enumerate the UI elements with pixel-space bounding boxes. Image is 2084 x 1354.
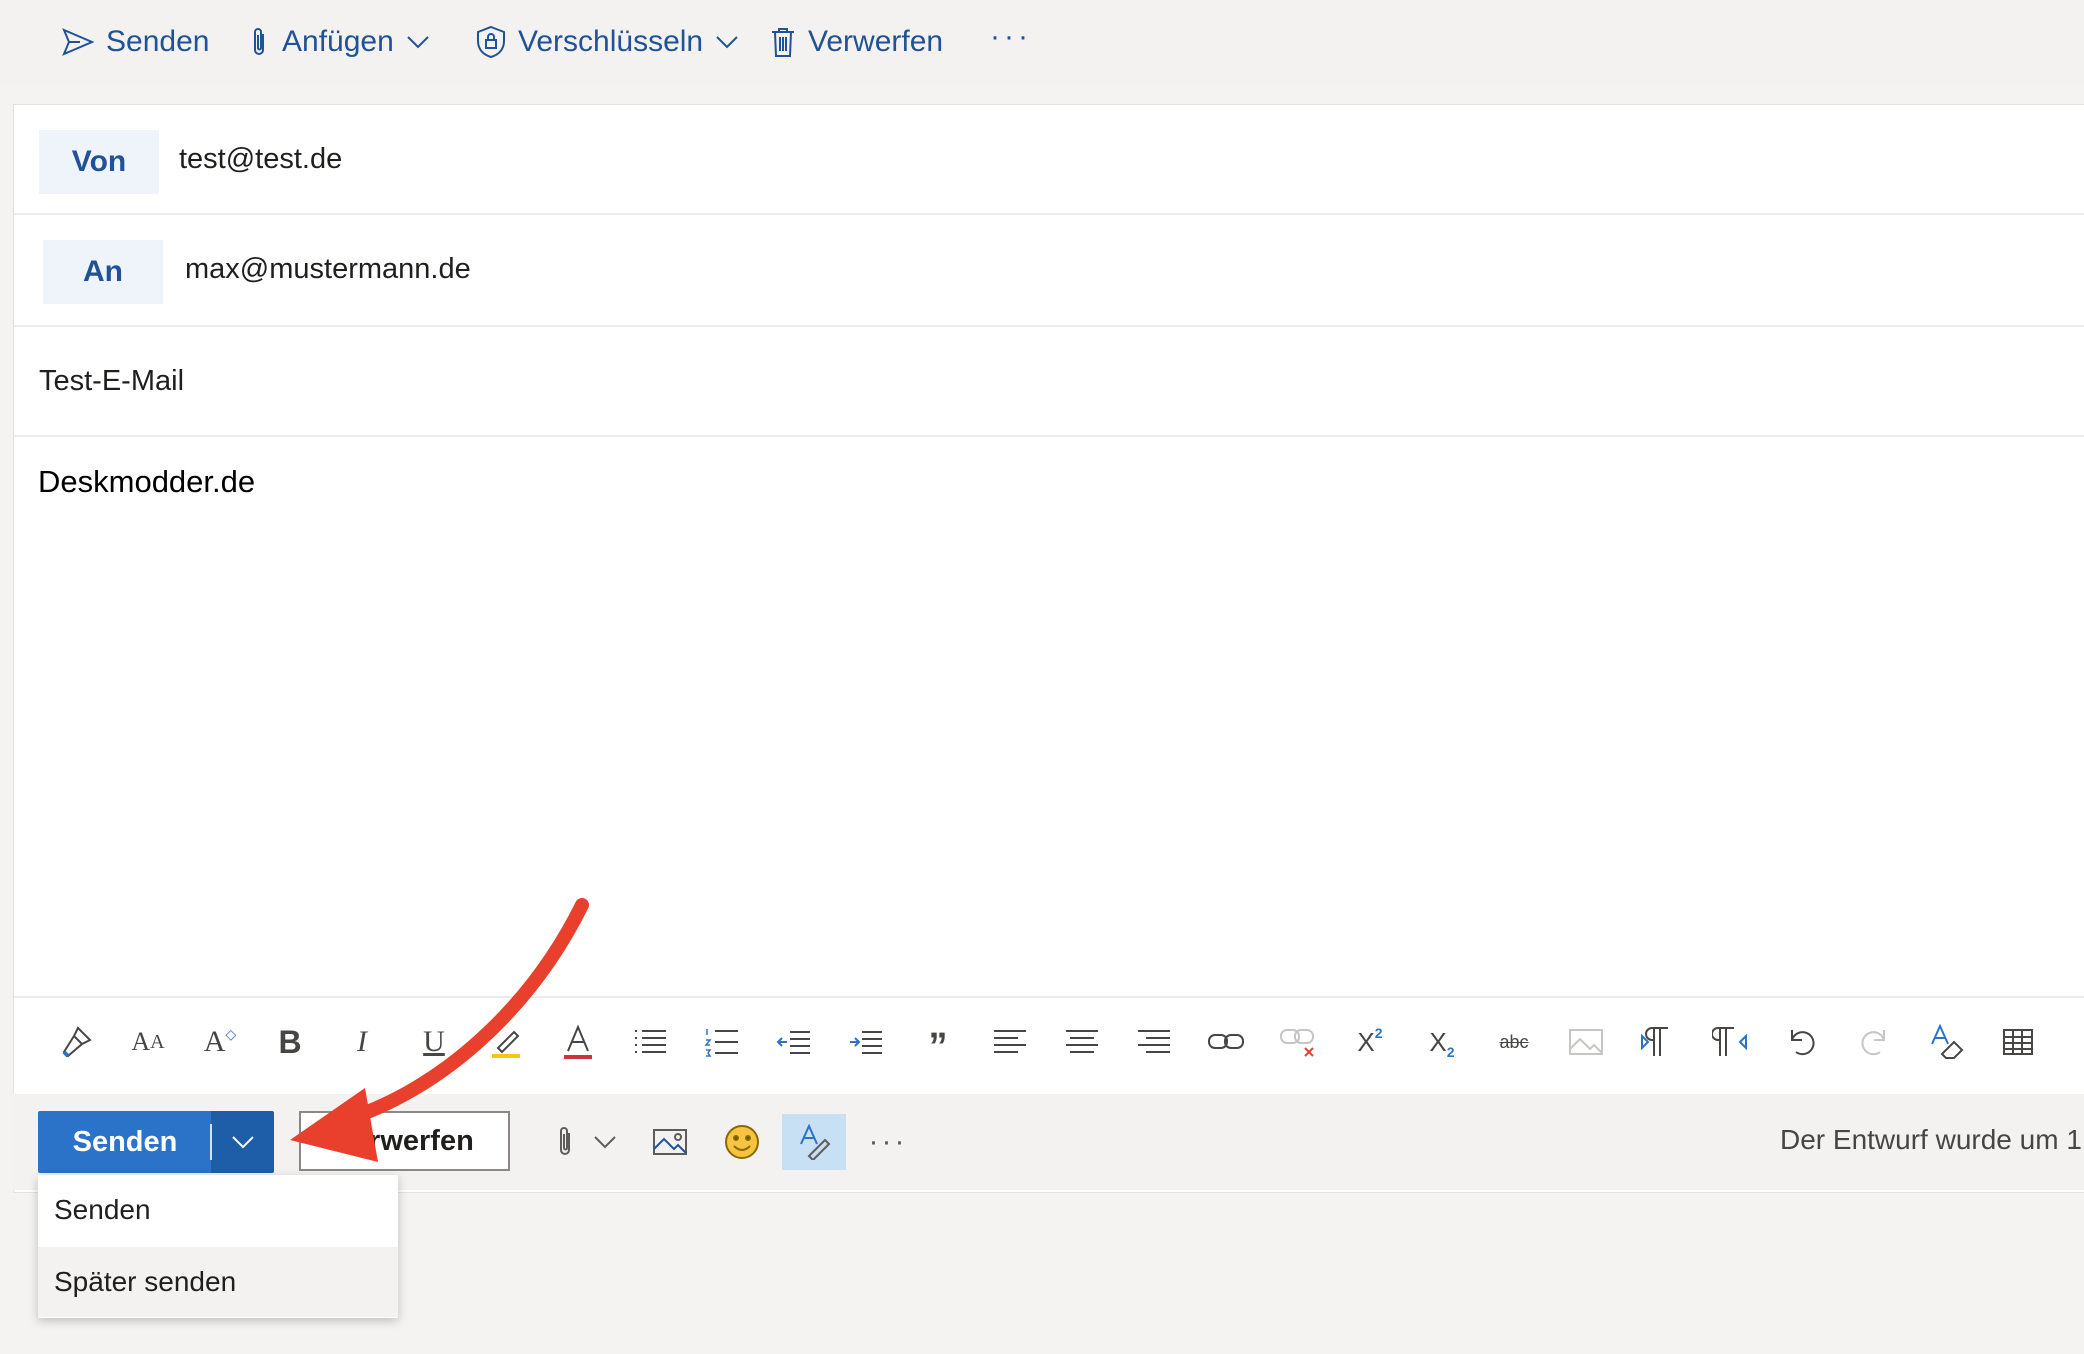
to-row: An max@mustermann.de <box>14 215 2084 327</box>
insert-picture-icon[interactable] <box>648 1114 692 1170</box>
split-button-divider <box>210 1124 212 1160</box>
undo-icon[interactable] <box>1780 1020 1824 1064</box>
remove-link-icon <box>1276 1020 1320 1064</box>
quote-icon[interactable]: ” <box>916 1020 960 1068</box>
emoji-icon[interactable] <box>720 1114 764 1170</box>
discard-command-label: Verwerfen <box>808 25 944 58</box>
underline-icon[interactable]: U <box>412 1020 456 1064</box>
editor-icon[interactable] <box>782 1114 846 1170</box>
draft-status-text: Der Entwurf wurde um 1 <box>1780 1124 2082 1155</box>
from-address: test@test.de <box>179 143 343 175</box>
encrypt-command-label: Verschlüsseln <box>518 25 704 58</box>
from-button[interactable]: Von <box>39 130 159 194</box>
highlight-icon[interactable] <box>484 1020 528 1064</box>
toolbar-divider <box>14 996 2084 998</box>
more-options-bottom-button[interactable]: ··· <box>868 1114 908 1170</box>
discard-command[interactable]: Verwerfen <box>770 22 943 62</box>
numbering-icon[interactable] <box>700 1020 744 1064</box>
font-size-icon[interactable]: AA <box>126 1020 170 1064</box>
clear-formatting-icon[interactable] <box>1924 1020 1968 1064</box>
insert-link-icon[interactable] <box>1204 1020 1248 1064</box>
shield-lock-icon <box>477 25 505 59</box>
send-icon <box>62 28 94 56</box>
align-center-icon[interactable] <box>1060 1020 1104 1064</box>
from-row: Von test@test.de <box>14 105 2084 215</box>
decrease-indent-icon[interactable] <box>772 1020 816 1064</box>
paperclip-icon <box>254 28 264 55</box>
chevron-down-icon <box>231 1136 254 1149</box>
menu-item-send-later[interactable]: Später senden <box>38 1247 398 1317</box>
rtl-icon[interactable] <box>1708 1020 1752 1064</box>
menu-item-send[interactable]: Senden <box>38 1175 398 1245</box>
chevron-down-icon <box>716 36 738 49</box>
align-left-icon[interactable] <box>988 1020 1032 1064</box>
chevron-down-icon <box>407 36 429 49</box>
attach-command[interactable]: Anfügen <box>248 22 430 62</box>
strikethrough-icon[interactable]: abc <box>1492 1020 1536 1064</box>
to-recipient[interactable]: max@mustermann.de <box>185 253 471 286</box>
font-color-icon[interactable] <box>556 1020 600 1064</box>
superscript-icon[interactable]: X2 <box>1348 1020 1392 1064</box>
attach-dropdown[interactable] <box>590 1114 620 1170</box>
redo-icon <box>1852 1020 1896 1064</box>
send-options-menu: Senden Später senden <box>38 1175 398 1318</box>
compose-pane: Von test@test.de An max@mustermann.de Te… <box>13 104 2084 1193</box>
trash-icon <box>772 28 794 57</box>
paperclip-icon <box>560 1127 570 1155</box>
bullets-icon[interactable] <box>628 1020 672 1064</box>
discard-button[interactable]: Verwerfen <box>299 1111 510 1171</box>
send-command-label: Senden <box>106 25 210 58</box>
bold-icon[interactable]: B <box>268 1020 312 1064</box>
grow-font-icon[interactable]: A ◇ <box>198 1020 242 1064</box>
attach-icon[interactable] <box>545 1114 585 1170</box>
send-options-dropdown[interactable] <box>211 1111 274 1173</box>
send-button[interactable]: Senden <box>38 1111 212 1173</box>
subject-row: Test-E-Mail <box>14 327 2084 437</box>
align-right-icon[interactable] <box>1132 1020 1176 1064</box>
chevron-down-icon <box>594 1136 616 1149</box>
increase-indent-icon[interactable] <box>844 1020 888 1064</box>
italic-icon[interactable]: I <box>340 1020 384 1064</box>
message-body[interactable]: Deskmodder.de <box>38 464 255 500</box>
more-options-button[interactable]: ··· <box>990 20 1032 54</box>
to-button[interactable]: An <box>43 240 163 304</box>
subject-field[interactable]: Test-E-Mail <box>39 365 184 398</box>
attach-command-label: Anfügen <box>282 25 394 58</box>
send-command[interactable]: Senden <box>62 22 209 62</box>
subscript-icon[interactable]: X2 <box>1420 1020 1464 1064</box>
insert-table-icon[interactable] <box>1996 1020 2040 1064</box>
encrypt-command[interactable]: Verschlüsseln <box>476 22 739 62</box>
format-painter-icon[interactable] <box>54 1020 98 1064</box>
ltr-icon[interactable] <box>1636 1020 1680 1064</box>
insert-picture-inline-icon <box>1564 1020 1608 1064</box>
